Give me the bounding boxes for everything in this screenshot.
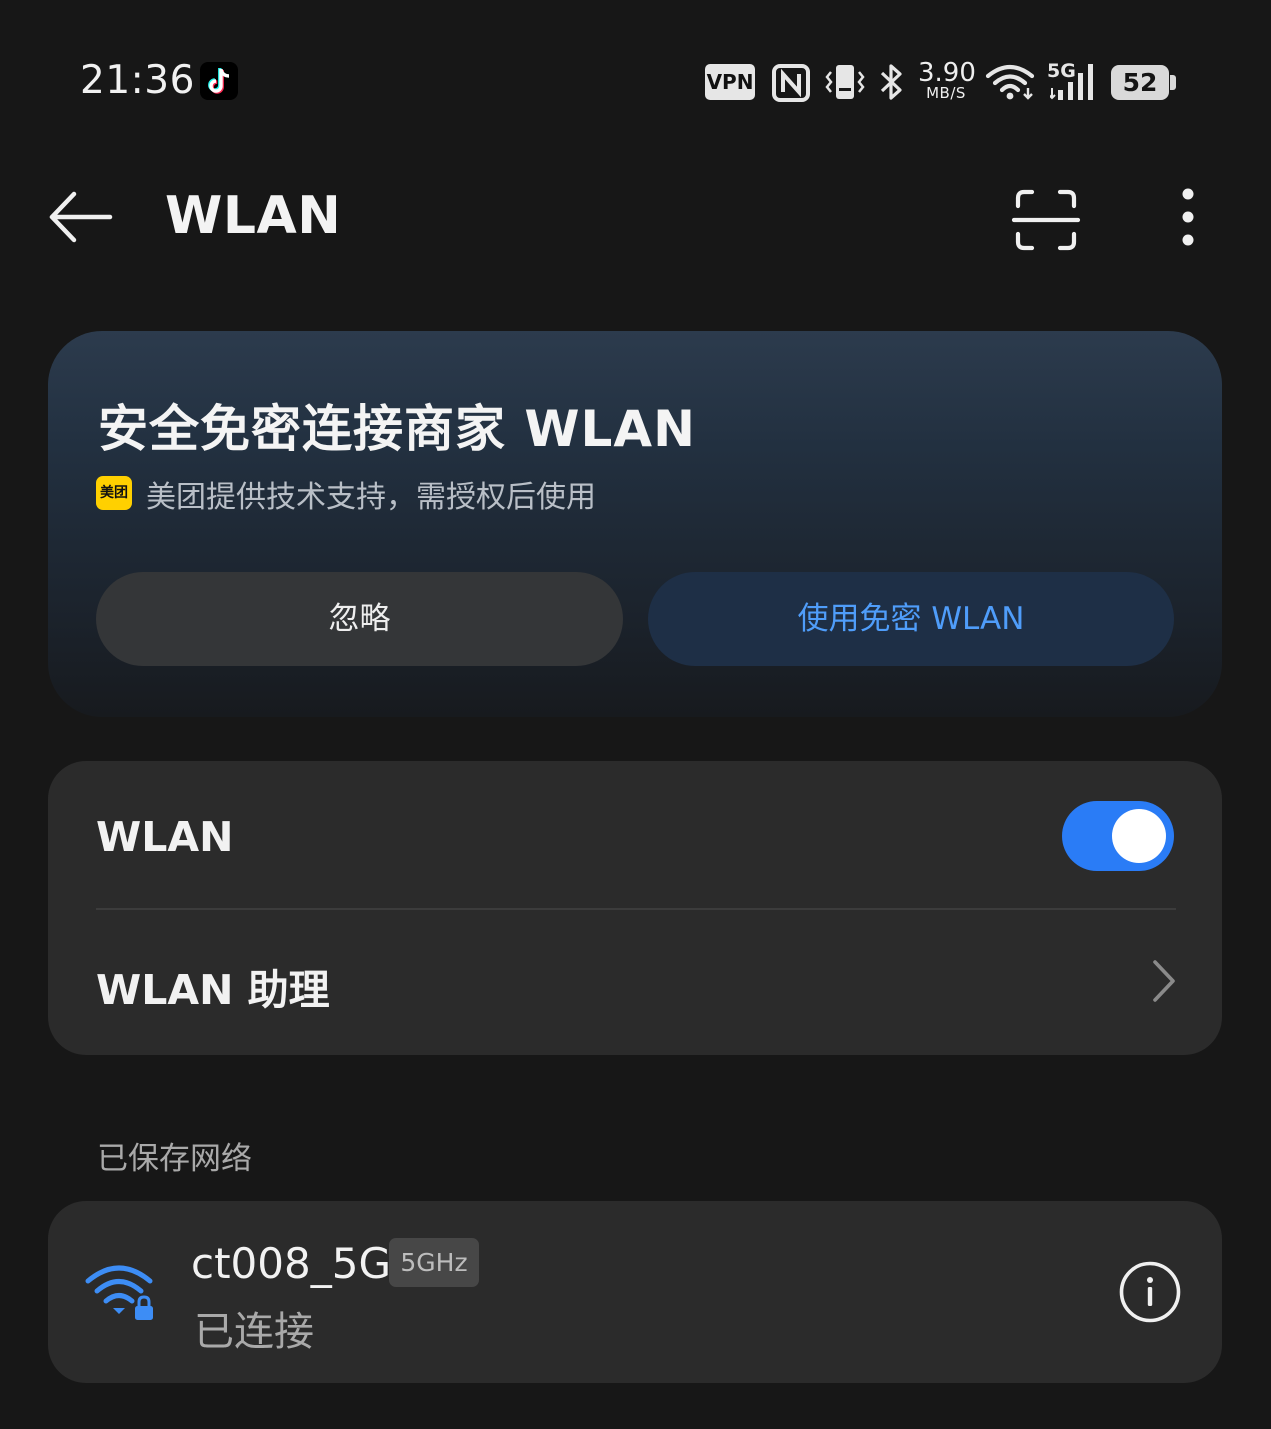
scan-icon <box>1011 189 1081 251</box>
nfc-icon <box>772 64 810 102</box>
merchant-wlan-promo-card: 安全免密连接商家 WLAN 美团 美团提供技术支持，需授权后使用 忽略 使用免密… <box>48 331 1222 717</box>
scan-button[interactable] <box>1008 182 1084 258</box>
more-options-button[interactable] <box>1160 180 1216 256</box>
vpn-icon: VPN <box>705 64 755 100</box>
wifi-signal-icon <box>985 64 1035 100</box>
back-arrow-icon <box>49 191 113 243</box>
back-button[interactable] <box>44 184 120 250</box>
wlan-assistant-row[interactable]: WLAN 助理 <box>48 910 1222 1055</box>
saved-network-item[interactable]: ct008_5G 5GHz 已连接 <box>48 1201 1222 1383</box>
meituan-logo: 美团 <box>96 476 132 510</box>
page-title: WLAN <box>165 186 342 246</box>
connection-status: 已连接 <box>194 1309 314 1355</box>
network-speed: 3.90 MB/S <box>918 58 976 102</box>
promo-title: 安全免密连接商家 WLAN <box>98 400 696 458</box>
more-vertical-icon <box>1182 188 1194 246</box>
use-free-wlan-button[interactable]: 使用免密 WLAN <box>648 572 1174 666</box>
cellular-signal-icon <box>1050 64 1093 100</box>
band-badge: 5GHz <box>389 1238 479 1287</box>
wlan-toggle-label: WLAN <box>96 813 234 861</box>
wifi-lock-icon <box>85 1265 153 1320</box>
saved-networks-heading: 已保存网络 <box>97 1141 252 1177</box>
wlan-assistant-label: WLAN 助理 <box>96 966 330 1014</box>
ignore-button[interactable]: 忽略 <box>96 572 623 666</box>
toggle-knob <box>1112 809 1166 863</box>
battery-tip <box>1170 75 1176 90</box>
status-time: 21:36 <box>80 58 195 103</box>
tiktok-icon <box>200 62 238 100</box>
network-ssid: ct008_5G <box>191 1239 391 1288</box>
status-bar: 21:36 VPN 3.90 MB/S 5G 52 <box>0 0 1271 160</box>
promo-subtitle: 美团提供技术支持，需授权后使用 <box>146 480 596 515</box>
network-info-button[interactable] <box>1118 1260 1182 1324</box>
chevron-right-icon <box>1153 960 1175 1002</box>
battery-icon: 52 <box>1111 65 1169 100</box>
vibrate-icon <box>825 65 865 99</box>
wlan-settings-card: WLAN WLAN 助理 <box>48 761 1222 1055</box>
info-icon <box>1119 1261 1181 1323</box>
bluetooth-icon <box>880 64 902 100</box>
wlan-toggle-switch[interactable] <box>1062 801 1174 871</box>
